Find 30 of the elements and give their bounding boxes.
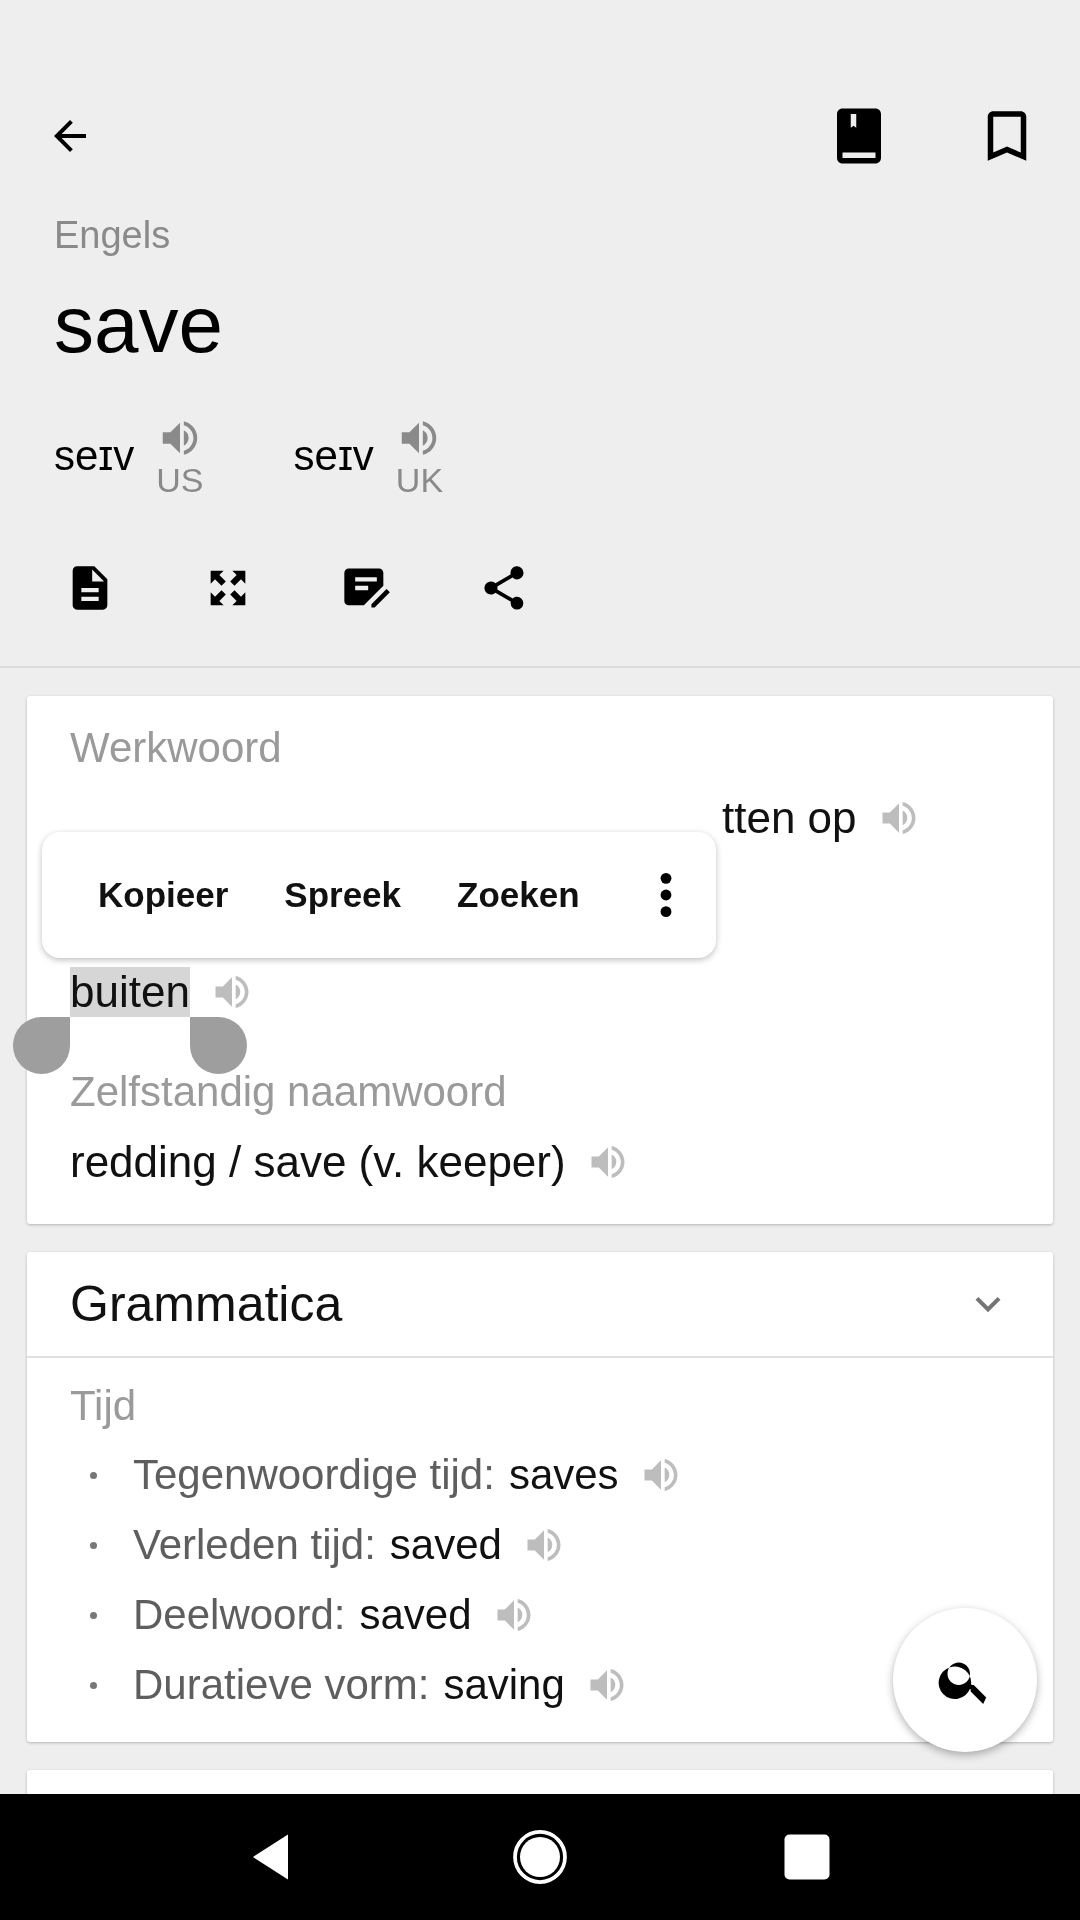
part-of-speech-label: Zelfstandig naamwoord bbox=[70, 1068, 508, 1116]
selection-handle[interactable] bbox=[189, 1017, 247, 1074]
form-value: saved bbox=[359, 1591, 472, 1639]
headword: save bbox=[54, 279, 224, 371]
bullet-dot bbox=[90, 1471, 97, 1479]
form-value: saved bbox=[389, 1521, 502, 1569]
translation-text: redding / save (v. keeper) bbox=[70, 1137, 566, 1187]
phonetic-text: seɪv bbox=[293, 432, 374, 481]
menu-item[interactable]: Spreek bbox=[256, 875, 430, 915]
form-label: Deelwoord: bbox=[133, 1591, 346, 1639]
bullet-dot bbox=[90, 1541, 97, 1549]
menu-item[interactable]: Kopieer bbox=[70, 875, 257, 915]
language-label: Engels bbox=[54, 214, 172, 257]
bullet-dot bbox=[90, 1681, 97, 1689]
group-label: Tijd bbox=[70, 1382, 138, 1430]
phonetic-text: seɪv bbox=[54, 432, 135, 481]
region-label: US bbox=[156, 461, 204, 500]
menu-item[interactable]: Zoeken bbox=[429, 875, 608, 915]
form-label: Duratieve vorm: bbox=[133, 1661, 430, 1709]
form-label: Verleden tijd: bbox=[133, 1521, 376, 1569]
part-of-speech-label: Werkwoord bbox=[70, 724, 283, 772]
home-icon[interactable] bbox=[510, 1827, 570, 1887]
selection-handle[interactable] bbox=[13, 1017, 70, 1074]
translation-text: tten op bbox=[722, 793, 857, 843]
form-value: saves bbox=[508, 1451, 619, 1499]
form-value: saving bbox=[443, 1661, 565, 1709]
section-title: Grammatica bbox=[70, 1275, 343, 1333]
form-label: Tegenwoordige tijd: bbox=[133, 1451, 495, 1499]
bullet-dot bbox=[90, 1611, 97, 1619]
region-label: UK bbox=[395, 461, 444, 500]
